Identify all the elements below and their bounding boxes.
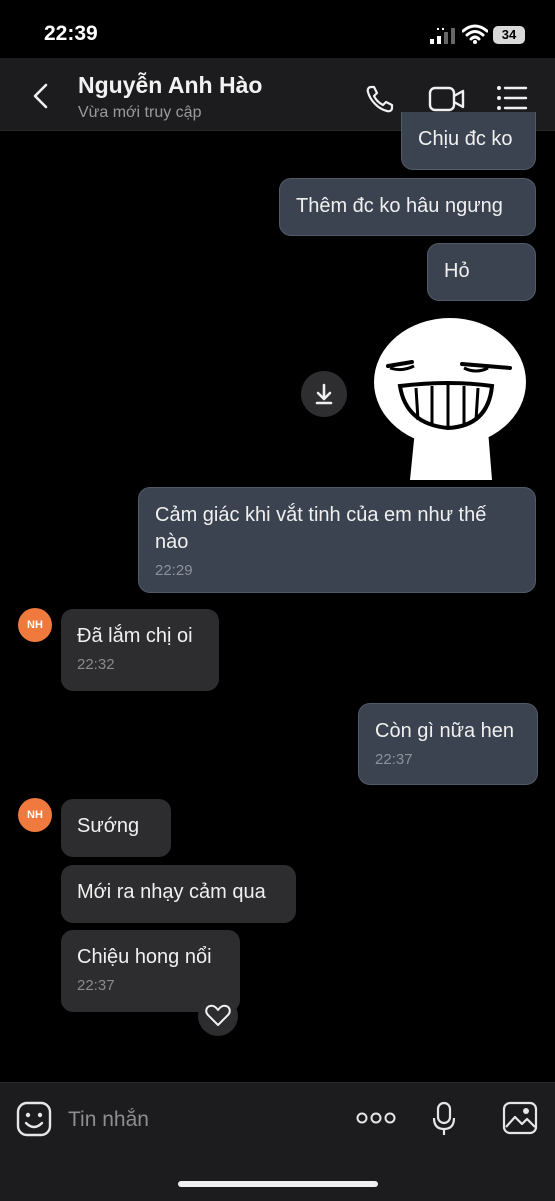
message-bubble-outgoing[interactable]: Hỏ: [427, 243, 536, 301]
status-time: 22:39: [44, 22, 98, 45]
message-time: 22:29: [155, 562, 193, 579]
home-indicator[interactable]: [178, 1181, 378, 1187]
back-arrow-icon[interactable]: [28, 82, 54, 110]
message-text: Cảm giác khi vắt tinh của em như thế nào: [155, 504, 487, 553]
message-text: Còn gì nữa hen: [375, 720, 515, 742]
contact-name[interactable]: Nguyễn Anh Hào: [78, 72, 262, 99]
message-bubble-outgoing[interactable]: Cảm giác khi vắt tinh của em như thế nào…: [138, 487, 536, 593]
video-call-icon[interactable]: [428, 84, 466, 114]
message-bubble-outgoing[interactable]: Còn gì nữa hen 22:37: [358, 703, 538, 785]
grinning-face-sticker-icon[interactable]: [370, 310, 530, 480]
message-text: Thêm đc ko hâu ngưng: [296, 195, 503, 217]
heart-icon: [205, 1004, 231, 1026]
avatar[interactable]: NH: [18, 798, 52, 832]
message-time: 22:37: [77, 977, 115, 994]
message-input[interactable]: [66, 1101, 340, 1139]
message-text: Chịu đc ko: [418, 128, 513, 150]
battery-indicator: 34: [493, 26, 525, 44]
download-button[interactable]: [301, 371, 347, 417]
message-text: Chiệu hong nổi: [77, 946, 212, 968]
message-text: Mới ra nhạy cảm qua: [77, 881, 266, 903]
message-bubble-outgoing[interactable]: Thêm đc ko hâu ngưng: [279, 178, 536, 236]
avatar[interactable]: NH: [18, 608, 52, 642]
composer-bar: [0, 1082, 555, 1201]
message-text: Sướng: [77, 815, 140, 837]
react-button[interactable]: [198, 996, 238, 1036]
message-time: 22:37: [375, 751, 413, 768]
message-bubble-incoming[interactable]: Đã lắm chị oi 22:32: [61, 609, 219, 691]
image-gallery-icon[interactable]: [502, 1101, 538, 1135]
message-text: Hỏ: [444, 260, 470, 282]
message-bubble-incoming[interactable]: Sướng: [61, 799, 171, 857]
more-options-icon[interactable]: [356, 1111, 396, 1125]
signal-icon: [430, 28, 455, 44]
contact-status: Vừa mới truy cập: [78, 104, 202, 121]
phone-icon[interactable]: [364, 83, 396, 115]
message-bubble-incoming[interactable]: Mới ra nhạy cảm qua: [61, 865, 296, 923]
menu-list-icon[interactable]: [496, 84, 528, 112]
message-bubble-outgoing[interactable]: Chịu đc ko: [401, 112, 536, 170]
message-time: 22:32: [77, 656, 115, 673]
message-text: Đã lắm chị oi: [77, 625, 193, 647]
download-icon: [315, 383, 333, 405]
wifi-icon: [462, 24, 488, 44]
sticker-emoji-icon[interactable]: [16, 1101, 52, 1137]
microphone-icon[interactable]: [432, 1101, 456, 1137]
